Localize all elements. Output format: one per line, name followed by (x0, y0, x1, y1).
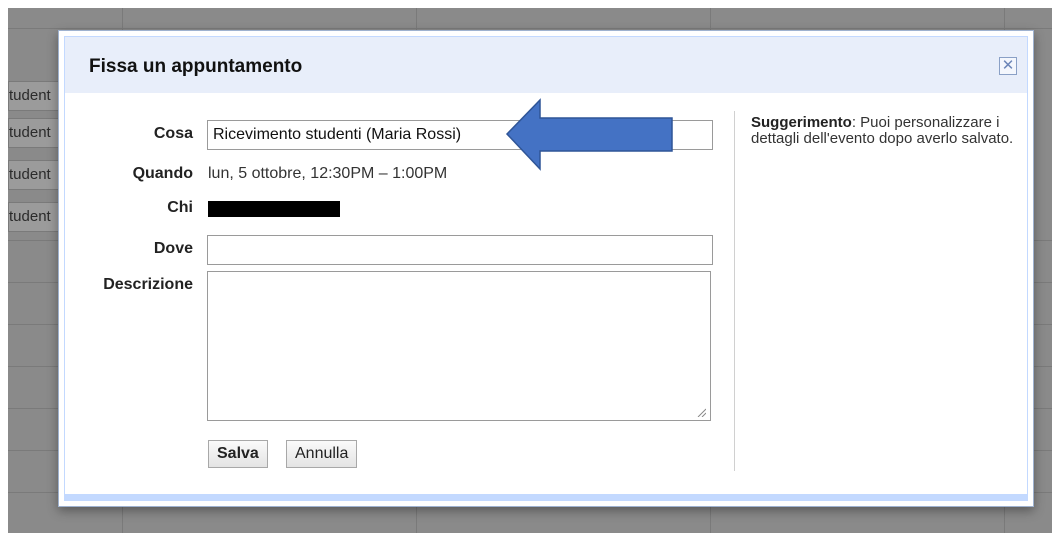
resize-grip-icon[interactable] (697, 408, 706, 417)
dialog-body: Cosa Quando lun, 5 ottobre, 12:30PM – 1:… (65, 93, 1027, 494)
when-value: lun, 5 ottobre, 12:30PM – 1:00PM (208, 165, 448, 182)
where-input[interactable] (207, 235, 713, 265)
save-button[interactable]: Salva (208, 440, 268, 468)
calendar-event-chip[interactable]: tudent (8, 202, 60, 232)
grid-line (8, 28, 1052, 29)
calendar-event-chip[interactable]: tudent (8, 81, 60, 111)
calendar-event-chip[interactable]: tudent (8, 160, 60, 190)
description-label: Descrizione (103, 276, 193, 293)
description-textarea[interactable] (207, 271, 711, 421)
what-input[interactable] (207, 120, 713, 150)
dialog-header: Fissa un appuntamento ✕ (65, 37, 1027, 93)
tip-title: Suggerimento (751, 114, 852, 131)
close-icon[interactable]: ✕ (999, 57, 1017, 75)
who-label: Chi (167, 199, 193, 216)
what-label: Cosa (153, 125, 193, 142)
where-label: Dove (153, 240, 193, 257)
column-divider (734, 111, 735, 471)
screen: tudent tudent tudent tudent Fissa un app… (0, 0, 1052, 533)
appointment-dialog: Fissa un appuntamento ✕ Cosa Quando lun,… (58, 30, 1034, 507)
redacted-guest-name (208, 201, 340, 217)
dialog-title: Fissa un appuntamento (89, 56, 303, 77)
calendar-event-chip[interactable]: tudent (8, 118, 60, 148)
cancel-button[interactable]: Annulla (286, 440, 358, 468)
when-label: Quando (132, 165, 193, 182)
dialog-frame: Fissa un appuntamento ✕ Cosa Quando lun,… (64, 36, 1028, 501)
tip-box: Suggerimento: Puoi personalizzare i dett… (751, 115, 1031, 147)
